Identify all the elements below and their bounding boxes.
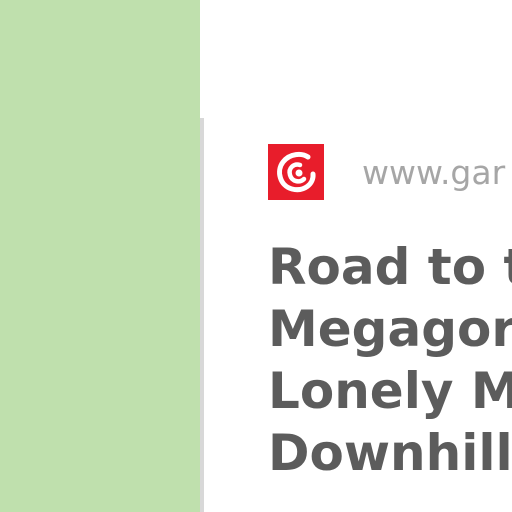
left-green-panel	[0, 0, 200, 512]
site-row: www.gar	[268, 144, 505, 200]
title-line: Lonely M	[268, 362, 512, 420]
top-blank-area	[200, 0, 512, 118]
title-line: Road to t	[268, 238, 512, 296]
title-line: Megagor	[268, 300, 512, 358]
site-logo-icon	[268, 144, 324, 200]
article-title[interactable]: Road to t Megagor Lonely M Downhill	[268, 236, 512, 484]
swirl-icon	[277, 151, 316, 193]
screenshot: www.gar Road to t Megagor Lonely M Downh…	[0, 0, 512, 512]
title-line: Downhill	[268, 424, 512, 482]
site-url[interactable]: www.gar	[362, 153, 505, 192]
link-preview-card[interactable]: www.gar Road to t Megagor Lonely M Downh…	[200, 118, 512, 512]
